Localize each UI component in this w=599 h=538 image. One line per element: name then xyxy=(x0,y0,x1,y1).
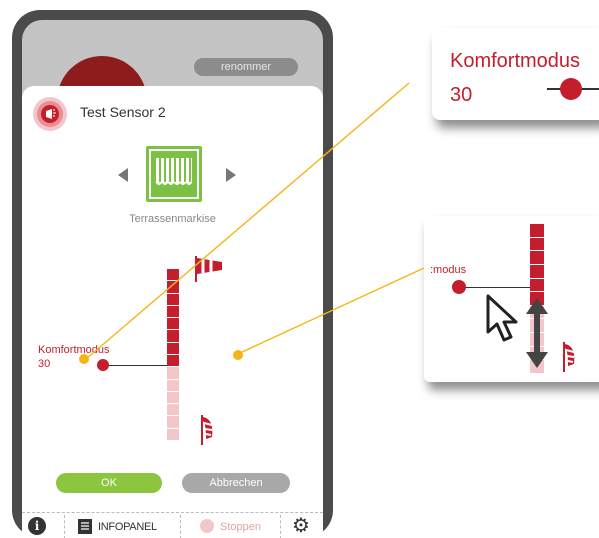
footer-separator xyxy=(180,515,181,538)
scale-segment[interactable] xyxy=(167,379,179,391)
app-screen: renommer Test Sensor 2 Terrassenmarkise … xyxy=(22,20,323,538)
light-wind-windsock-icon xyxy=(563,342,575,372)
scale-segment[interactable] xyxy=(167,391,179,404)
zoom-comfort-mode-label: Komfortmodus 30 xyxy=(450,50,581,106)
scale-segment[interactable] xyxy=(167,269,179,281)
drag-scale-zoom-callout: :modus xyxy=(424,216,599,382)
scale-segment[interactable] xyxy=(167,367,179,379)
zoom-comfort-line xyxy=(458,287,540,288)
scale-segment[interactable] xyxy=(167,404,179,416)
vertical-drag-arrows-icon xyxy=(526,298,548,368)
zoom-scale-segment xyxy=(530,264,544,278)
stop-icon[interactable] xyxy=(200,519,214,533)
stop-button[interactable]: Stoppen xyxy=(220,521,261,533)
comfort-mode-slider-knob[interactable] xyxy=(97,359,109,371)
zoom-modus-label: :modus xyxy=(430,264,467,276)
scale-segment[interactable] xyxy=(167,342,179,354)
info-button-icon[interactable]: i xyxy=(28,517,46,535)
sensor-title: Test Sensor 2 xyxy=(80,104,166,120)
ok-button[interactable]: OK xyxy=(56,473,162,493)
phone-frame: renommer Test Sensor 2 Terrassenmarkise … xyxy=(12,10,333,538)
gear-icon[interactable]: ⚙ xyxy=(292,516,310,536)
zoom-comfort-knob xyxy=(560,78,582,100)
wind-threshold-scale[interactable] xyxy=(167,269,179,441)
footer-separator xyxy=(280,515,281,538)
zoom-scale-segment xyxy=(530,237,544,251)
scale-segment[interactable] xyxy=(167,293,179,305)
scale-segment[interactable] xyxy=(167,416,179,428)
cancel-button[interactable]: Abbrechen xyxy=(182,473,290,493)
info-panel-button[interactable]: INFOPANEL xyxy=(98,521,157,533)
strong-wind-windsock-icon xyxy=(195,256,222,282)
comfort-mode-zoom-callout: Komfortmodus 30 xyxy=(432,28,599,120)
zoom-scale-segment xyxy=(530,278,544,292)
scale-segment[interactable] xyxy=(167,305,179,318)
footer-separator xyxy=(64,515,65,538)
light-wind-windsock-icon xyxy=(201,415,213,445)
footer-toolbar: i INFOPANEL Stoppen ⚙ xyxy=(22,512,323,538)
comfort-mode-line xyxy=(102,365,167,366)
rename-button[interactable]: renommer xyxy=(194,58,298,76)
info-panel-icon[interactable] xyxy=(78,519,92,534)
scale-segment[interactable] xyxy=(167,355,179,367)
zoom-scale-segment xyxy=(530,251,544,264)
scale-segment[interactable] xyxy=(167,281,179,293)
device-type-label: Terrassenmarkise xyxy=(129,213,216,225)
awning-device-icon xyxy=(146,146,202,202)
scale-segment[interactable] xyxy=(167,428,179,440)
previous-device-arrow-icon[interactable] xyxy=(118,168,128,182)
zoom-comfort-knob xyxy=(452,280,466,294)
zoom-scale-segment xyxy=(530,224,544,237)
scale-segment[interactable] xyxy=(167,330,179,342)
scale-segment[interactable] xyxy=(167,318,179,330)
next-device-arrow-icon[interactable] xyxy=(226,168,236,182)
sensor-dialog: Test Sensor 2 Terrassenmarkise Komfortmo… xyxy=(22,86,323,538)
mouse-pointer-icon xyxy=(486,294,518,342)
wind-sensor-icon xyxy=(33,97,67,131)
